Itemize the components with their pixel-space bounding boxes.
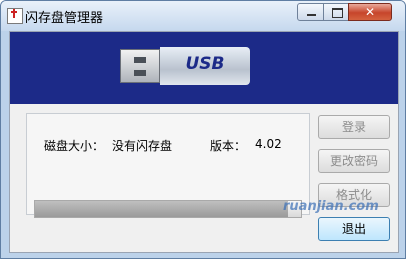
watermark: ruanjian.com [283,199,379,214]
exit-button[interactable]: 退出 [318,217,390,241]
app-icon [7,8,23,24]
title-bar[interactable]: 闪存盘管理器 ✕ [1,1,405,31]
version-value: 4.02 [255,137,282,151]
disk-size-value: 没有闪存盘 [112,139,173,153]
login-button[interactable]: 登录 [318,115,390,139]
client-area: USB 磁盘大小： 没有闪存盘 版本： 4.02 登录 更改密码 格式化 退出 [9,31,399,253]
usb-drive-image: USB [160,47,250,85]
close-icon: ✕ [364,5,376,19]
progress-fill [35,201,288,217]
close-button[interactable]: ✕ [348,3,392,21]
usb-label: USB [185,54,225,74]
version-label: 版本： [210,139,247,153]
usb-connector-image [120,49,160,83]
change-password-button[interactable]: 更改密码 [318,149,390,173]
minimize-icon [307,14,316,16]
disk-size-label: 磁盘大小： [44,139,105,153]
progress-bar [34,200,302,218]
maximize-icon [332,8,343,18]
usb-banner: USB [10,32,398,104]
window-title: 闪存盘管理器 [25,11,104,26]
minimize-button[interactable] [297,3,324,21]
app-window: 闪存盘管理器 ✕ USB 磁盘大小： 没有闪存盘 版本： 4.02 登录 更改密… [0,0,406,259]
maximize-button[interactable] [323,3,349,21]
